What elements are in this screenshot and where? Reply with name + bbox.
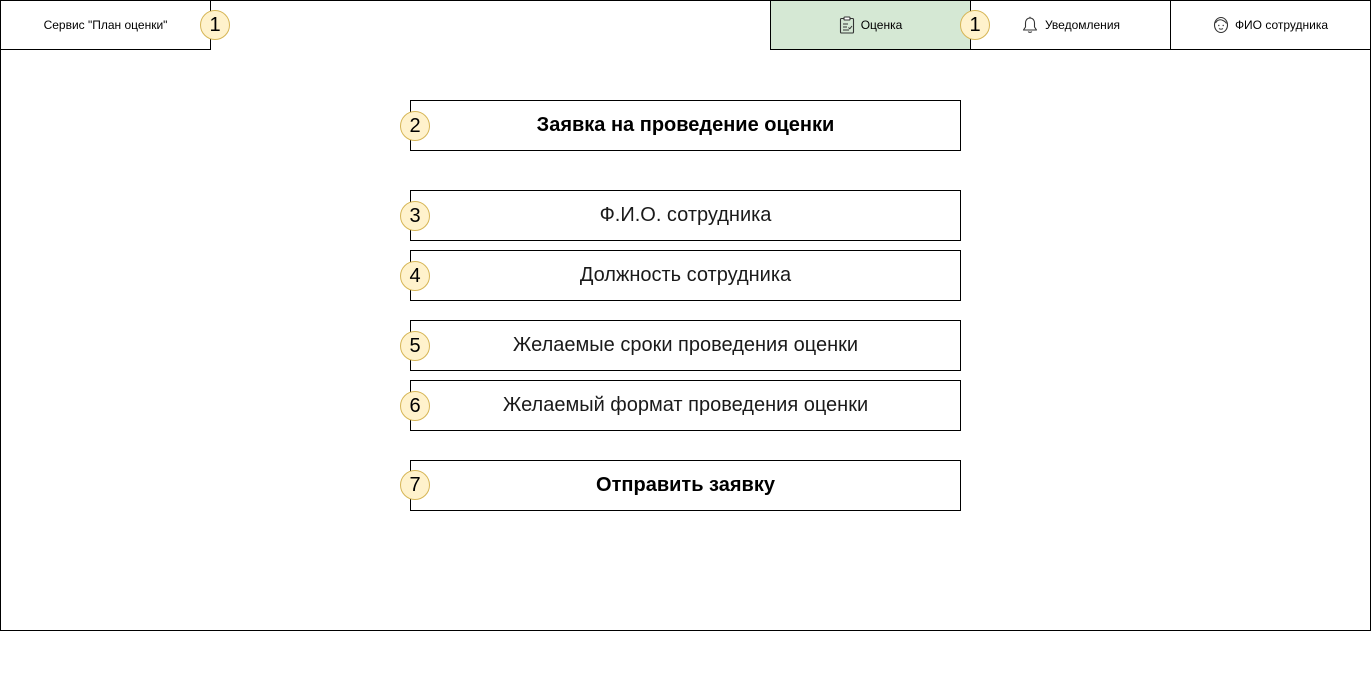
annotation-marker-2: 2 [400,111,430,141]
annotation-marker-1: 1 [200,10,230,40]
form-title-label: Заявка на проведение оценки [536,114,835,136]
nav-tab-profile-label: ФИО сотрудника [1234,18,1329,32]
employee-name-label: Ф.И.О. сотрудника [599,204,772,226]
annotation-marker-1b: 1 [960,10,990,40]
employee-position-label: Должность сотрудника [579,264,792,286]
user-face-icon [1213,16,1229,34]
submit-button-label: Отправить заявку [596,474,775,496]
app-frame [0,0,1371,631]
clipboard-check-icon [839,16,855,34]
desired-format-field[interactable]: Желаемый формат проведения оценки [410,380,961,431]
annotation-marker-7: 7 [400,470,430,500]
desired-dates-field[interactable]: Желаемые сроки проведения оценки [410,320,961,371]
brand-logo[interactable]: Сервис "План оценки" [0,0,211,50]
nav-tab-profile[interactable]: ФИО сотрудника [1170,0,1371,50]
annotation-marker-4: 4 [400,261,430,291]
form-title: Заявка на проведение оценки [410,100,961,151]
nav-tab-notifications[interactable]: Уведомления [970,0,1171,50]
annotation-marker-3: 3 [400,201,430,231]
desired-dates-label: Желаемые сроки проведения оценки [512,334,859,356]
submit-button[interactable]: Отправить заявку [410,460,961,511]
desired-format-label: Желаемый формат проведения оценки [502,394,869,416]
employee-name-field[interactable]: Ф.И.О. сотрудника [410,190,961,241]
employee-position-field[interactable]: Должность сотрудника [410,250,961,301]
annotation-marker-5: 5 [400,331,430,361]
bell-icon [1021,16,1039,34]
brand-label: Сервис "План оценки" [43,18,168,32]
annotation-marker-6: 6 [400,391,430,421]
nav-tab-assessment[interactable]: Оценка [770,0,971,50]
nav-tab-notifications-label: Уведомления [1044,18,1121,32]
nav-tab-assessment-label: Оценка [860,18,903,32]
